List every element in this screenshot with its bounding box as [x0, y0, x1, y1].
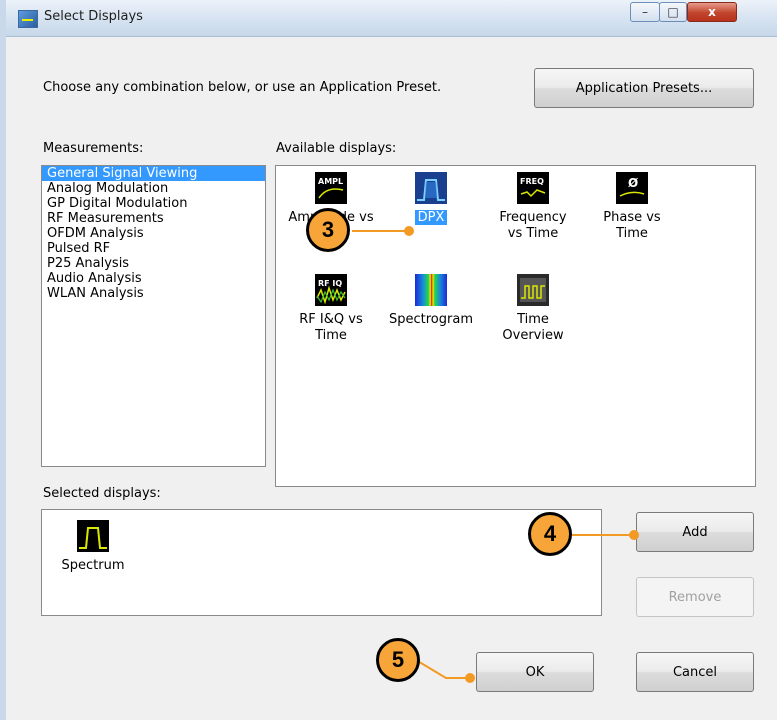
callout-3-badge: 3	[306, 208, 350, 252]
measurements-list[interactable]: General Signal Viewing Analog Modulation…	[41, 165, 266, 467]
available-displays-label: Available displays:	[276, 141, 397, 156]
measurements-label: Measurements:	[43, 141, 144, 156]
minimize-button[interactable]: –	[630, 2, 660, 22]
list-item[interactable]: Pulsed RF	[42, 241, 265, 256]
spectrum-icon	[77, 520, 109, 552]
ampl-vs-time-icon: AMPL	[315, 172, 347, 204]
ok-button[interactable]: OK	[476, 652, 594, 692]
dpx-icon	[415, 172, 447, 204]
display-item-spectrogram[interactable]: Spectrogram	[382, 274, 480, 328]
cancel-button[interactable]: Cancel	[636, 652, 754, 692]
list-item[interactable]: Analog Modulation	[42, 181, 265, 196]
list-item[interactable]: WLAN Analysis	[42, 286, 265, 301]
remove-button[interactable]: Remove	[636, 577, 754, 617]
available-displays-list[interactable]: AMPL Amplitude vs Time DPX FREQ Frequenc…	[275, 165, 756, 487]
callout-4-pointer	[629, 530, 639, 540]
phase-vs-time-icon: Ø	[616, 172, 648, 204]
display-item-dpx[interactable]: DPX	[382, 172, 480, 226]
spectrogram-icon	[415, 274, 447, 306]
list-item[interactable]: GP Digital Modulation	[42, 196, 265, 211]
display-item-phase-vs-time[interactable]: Ø Phase vs Time	[583, 172, 681, 242]
rf-iq-vs-time-icon: RF IQ	[315, 274, 347, 306]
callout-5-pointer	[465, 673, 475, 683]
display-item-time-overview[interactable]: Time Overview	[484, 274, 582, 344]
title-bar: Select Displays – □ x	[6, 0, 777, 37]
display-item-frequency-vs-time[interactable]: FREQ Frequency vs Time	[484, 172, 582, 242]
close-button[interactable]: x	[687, 2, 737, 22]
list-item[interactable]: RF Measurements	[42, 211, 265, 226]
display-item-rf-iq-vs-time[interactable]: RF IQ RF I&Q vs Time	[282, 274, 380, 344]
list-item[interactable]: OFDM Analysis	[42, 226, 265, 241]
frequency-vs-time-icon: FREQ	[517, 172, 549, 204]
list-item[interactable]: Audio Analysis	[42, 271, 265, 286]
app-icon	[18, 10, 38, 28]
callout-4-badge: 4	[528, 512, 572, 556]
selected-displays-label: Selected displays:	[43, 486, 161, 501]
callout-5-badge: 5	[376, 638, 420, 682]
selected-displays-list[interactable]: Spectrum	[41, 509, 602, 616]
list-item[interactable]: P25 Analysis	[42, 256, 265, 271]
application-presets-button[interactable]: Application Presets...	[534, 68, 754, 108]
display-item-spectrum[interactable]: Spectrum	[44, 520, 142, 574]
time-overview-icon	[517, 274, 549, 306]
list-item[interactable]: General Signal Viewing	[42, 166, 265, 181]
select-displays-dialog: Select Displays – □ x Choose any combina…	[0, 0, 777, 720]
window-title: Select Displays	[44, 9, 143, 24]
callout-3-pointer	[404, 226, 414, 236]
maximize-button[interactable]: □	[659, 2, 687, 22]
callout-3-leader	[352, 230, 408, 232]
instruction-text: Choose any combination below, or use an …	[43, 80, 442, 95]
callout-4-leader	[572, 534, 634, 536]
add-button[interactable]: Add	[636, 512, 754, 552]
